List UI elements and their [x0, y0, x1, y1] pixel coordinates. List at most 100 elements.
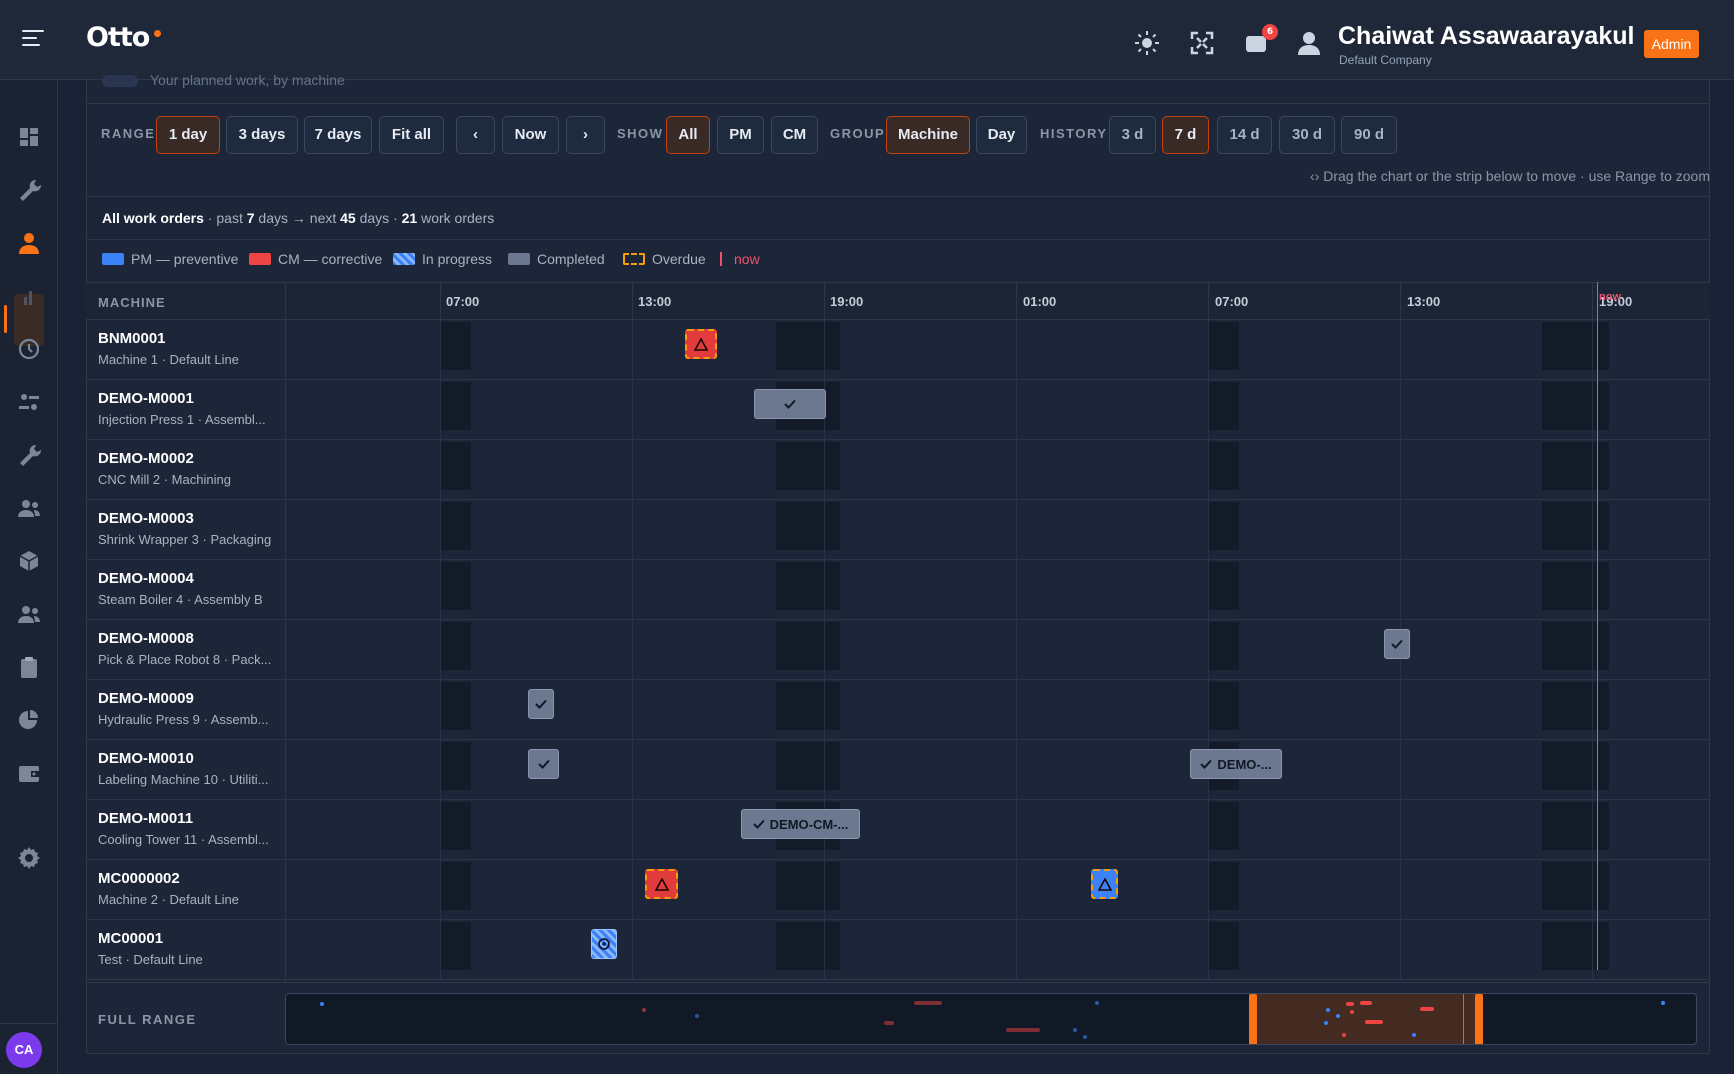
machine-track[interactable] — [286, 560, 1710, 619]
range-1-day-button[interactable]: 1 day — [156, 116, 220, 154]
wallet-icon[interactable] — [16, 760, 42, 786]
group-day-button[interactable]: Day — [976, 116, 1027, 154]
machine-code[interactable]: DEMO-M0004 — [98, 570, 194, 587]
grid-line — [1400, 680, 1401, 739]
machine-row[interactable]: BNM0001 Machine 1 · Default Line — [86, 320, 1710, 380]
machine-code[interactable]: DEMO-M0003 — [98, 510, 194, 527]
range-fit-all-button[interactable]: Fit all — [379, 116, 444, 154]
grid-line — [1592, 440, 1593, 499]
users-icon[interactable] — [16, 601, 42, 627]
machine-track[interactable]: DEMO-CM-... — [286, 800, 1710, 859]
sliders-icon[interactable] — [16, 389, 42, 415]
pie-chart-icon[interactable] — [16, 707, 42, 733]
show-all-button[interactable]: All — [666, 116, 710, 154]
history-7d-button[interactable]: 7 d — [1162, 116, 1209, 154]
machine-track[interactable] — [286, 620, 1710, 679]
machine-row[interactable]: MC0000002 Machine 2 · Default Line — [86, 860, 1710, 920]
machine-track[interactable] — [286, 440, 1710, 499]
machine-code[interactable]: DEMO-M0002 — [98, 450, 194, 467]
work-order-bar[interactable] — [1384, 629, 1410, 659]
user-name[interactable]: Chaiwat Assawaarayakul — [1338, 22, 1634, 51]
grid-line — [1592, 680, 1593, 739]
machine-track[interactable] — [286, 380, 1710, 439]
machine-code[interactable]: DEMO-M0001 — [98, 390, 194, 407]
full-range-strip[interactable] — [285, 993, 1697, 1045]
clipboard-icon[interactable] — [16, 654, 42, 680]
work-order-bar[interactable] — [528, 689, 554, 719]
timeline-chart[interactable]: MACHINE 07:00 13:00 19:00 01:00 07:00 13… — [86, 282, 1710, 982]
machine-track[interactable] — [286, 860, 1710, 919]
off-shift-band — [1208, 622, 1239, 670]
grid-line — [1400, 560, 1401, 619]
range-end-handle[interactable] — [1475, 994, 1483, 1044]
machine-track[interactable] — [286, 680, 1710, 739]
fullscreen-icon[interactable] — [1189, 30, 1215, 56]
machine-track[interactable] — [286, 500, 1710, 559]
user-icon[interactable] — [1296, 30, 1322, 56]
history-3d-button[interactable]: 3 d — [1109, 116, 1156, 154]
history-90d-button[interactable]: 90 d — [1341, 116, 1397, 154]
wrench-icon[interactable] — [16, 177, 42, 203]
machine-code[interactable]: MC0000002 — [98, 870, 180, 887]
strip-mark — [642, 1008, 646, 1012]
history-14d-button[interactable]: 14 d — [1217, 116, 1272, 154]
next-button[interactable]: › — [566, 116, 605, 154]
work-order-bar[interactable] — [591, 929, 617, 959]
summary-scope: All work orders — [102, 210, 204, 226]
history-icon[interactable] — [16, 336, 42, 362]
show-pm-button[interactable]: PM — [717, 116, 764, 154]
machine-code[interactable]: DEMO-M0009 — [98, 690, 194, 707]
menu-icon[interactable] — [22, 30, 44, 50]
box-icon[interactable] — [16, 548, 42, 574]
machine-track[interactable]: DEMO-... — [286, 740, 1710, 799]
person-icon[interactable] — [16, 230, 42, 256]
machine-row[interactable]: DEMO-M0011 Cooling Tower 11 · Assembl... D… — [86, 800, 1710, 860]
strip-mark — [1365, 1020, 1383, 1024]
work-order-bar[interactable]: DEMO-... — [1190, 749, 1282, 779]
time-label: 07:00 — [1215, 294, 1249, 309]
team-icon[interactable] — [16, 495, 42, 521]
off-shift-band — [1542, 322, 1609, 370]
machine-code[interactable]: MC00001 — [98, 930, 163, 947]
show-cm-button[interactable]: CM — [771, 116, 818, 154]
avatar[interactable]: CA — [6, 1032, 42, 1068]
range-3-days-button[interactable]: 3 days — [226, 116, 298, 154]
work-order-bar[interactable] — [528, 749, 559, 779]
bar-chart-icon[interactable] — [16, 283, 42, 309]
machine-code[interactable]: BNM0001 — [98, 330, 166, 347]
tool-icon[interactable] — [16, 442, 42, 468]
machine-track[interactable] — [286, 920, 1710, 979]
machine-row[interactable]: DEMO-M0002 CNC Mill 2 · Machining — [86, 440, 1710, 500]
group-machine-button[interactable]: Machine — [886, 116, 970, 154]
grid-line — [440, 740, 441, 799]
work-order-bar[interactable] — [645, 869, 678, 899]
gear-icon[interactable] — [16, 845, 42, 871]
page-scrollbar[interactable] — [1720, 80, 1734, 1074]
machine-row[interactable]: DEMO-M0004 Steam Boiler 4 · Assembly B — [86, 560, 1710, 620]
work-order-bar[interactable] — [1091, 869, 1118, 899]
machine-row[interactable]: DEMO-M0009 Hydraulic Press 9 · Assemb... — [86, 680, 1710, 740]
off-shift-band — [440, 682, 471, 730]
machine-code[interactable]: DEMO-M0008 — [98, 630, 194, 647]
machine-code[interactable]: DEMO-M0011 — [98, 810, 193, 827]
machine-track[interactable] — [286, 320, 1710, 379]
machine-row[interactable]: DEMO-M0003 Shrink Wrapper 3 · Packaging — [86, 500, 1710, 560]
machine-row[interactable]: MC00001 Test · Default Line — [86, 920, 1710, 980]
machine-row[interactable]: DEMO-M0010 Labeling Machine 10 · Utiliti.… — [86, 740, 1710, 800]
work-order-bar[interactable]: DEMO-CM-... — [741, 809, 860, 839]
range-start-handle[interactable] — [1249, 994, 1257, 1044]
range-7-days-button[interactable]: 7 days — [304, 116, 372, 154]
sun-icon[interactable] — [1134, 30, 1160, 56]
prev-button[interactable]: ‹ — [456, 116, 495, 154]
machine-row[interactable]: DEMO-M0008 Pick & Place Robot 8 · Pack... — [86, 620, 1710, 680]
work-order-bar[interactable] — [754, 389, 826, 419]
now-button[interactable]: Now — [502, 116, 559, 154]
app-logo[interactable]: Otto — [86, 22, 150, 53]
off-shift-band — [776, 922, 840, 970]
dashboard-icon[interactable] — [16, 124, 42, 150]
machine-row[interactable]: DEMO-M0001 Injection Press 1 · Assembl... — [86, 380, 1710, 440]
work-order-bar[interactable] — [685, 329, 717, 359]
machine-code[interactable]: DEMO-M0010 — [98, 750, 194, 767]
off-shift-band — [776, 502, 840, 550]
history-30d-button[interactable]: 30 d — [1279, 116, 1335, 154]
